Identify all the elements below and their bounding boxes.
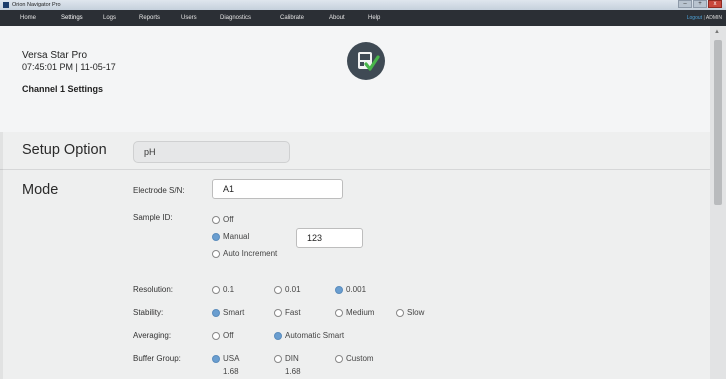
mode-label: Mode	[22, 182, 59, 198]
averaging-label: Averaging:	[133, 331, 172, 340]
buffer-usa-label: USA	[223, 354, 240, 363]
menu-about[interactable]: About	[329, 10, 345, 26]
menu-diagnostics[interactable]: Diagnostics	[220, 10, 251, 26]
scroll-up-icon[interactable]: ▲	[714, 29, 720, 35]
radio-dot-icon	[274, 354, 282, 363]
radio-dot-icon	[335, 308, 343, 317]
radio-dot-icon	[212, 308, 220, 317]
averaging-off-radio[interactable]: Off	[212, 331, 234, 340]
menu-settings[interactable]: Settings	[61, 10, 83, 26]
sample-id-manual-radio[interactable]: Manual	[212, 232, 249, 241]
app-icon	[3, 2, 9, 8]
radio-dot-icon	[212, 232, 220, 241]
stability-smart-radio[interactable]: Smart	[212, 308, 244, 317]
setup-option-row: Setup Option pH	[0, 132, 710, 170]
window-controls: – + x	[678, 0, 722, 10]
meter-check-icon	[347, 42, 385, 80]
stability-medium-label: Medium	[346, 308, 375, 317]
buffer-din-radio[interactable]: DIN	[274, 354, 299, 363]
sample-id-manual-label: Manual	[223, 232, 250, 241]
main-menu: Home Settings Logs Reports Users Diagnos…	[0, 10, 726, 26]
scroll-thumb[interactable]	[714, 40, 722, 205]
resolution-0-01-label: 0.01	[285, 285, 301, 294]
resolution-0-1-label: 0.1	[223, 285, 235, 294]
channel-title: Channel 1 Settings	[22, 84, 104, 94]
setup-option-label: Setup Option	[22, 142, 107, 158]
menu-calibrate[interactable]: Calibrate	[280, 10, 304, 26]
radio-dot-icon	[212, 285, 220, 294]
sample-id-label: Sample ID:	[133, 213, 173, 222]
radio-dot-icon	[212, 354, 220, 363]
buffer-custom-radio[interactable]: Custom	[335, 354, 374, 363]
settings-content: Setup Option pH Mode Electrode S/N: A1 S…	[0, 132, 710, 379]
stability-fast-label: Fast	[285, 308, 301, 317]
stability-fast-radio[interactable]: Fast	[274, 308, 301, 317]
radio-dot-icon	[274, 308, 282, 317]
setup-option-select[interactable]: pH	[133, 141, 290, 163]
buffer-usa-radio[interactable]: USA	[212, 354, 239, 363]
buffer-usa-value: 1.68	[223, 367, 239, 376]
radio-dot-icon	[335, 285, 343, 294]
stability-label: Stability:	[133, 308, 164, 317]
sample-id-input[interactable]: 123	[296, 228, 363, 248]
stability-smart-label: Smart	[223, 308, 245, 317]
sample-id-auto-radio[interactable]: Auto Increment	[212, 249, 277, 258]
device-name: Versa Star Pro	[22, 50, 88, 61]
sample-id-off-label: Off	[223, 215, 234, 224]
device-header: Versa Star Pro 07:45:01 PM | 11-05-17 Ch…	[0, 26, 726, 132]
buffer-custom-label: Custom	[346, 354, 374, 363]
resolution-label: Resolution:	[133, 285, 174, 294]
current-user-label: ADMIN	[705, 15, 722, 21]
close-button[interactable]: x	[708, 0, 722, 8]
sample-id-off-radio[interactable]: Off	[212, 215, 234, 224]
radio-dot-icon	[212, 215, 220, 224]
buffer-group-label: Buffer Group:	[133, 354, 181, 363]
window-titlebar: Orion Navigator Pro – + x	[0, 0, 726, 10]
buffer-din-label: DIN	[285, 354, 299, 363]
resolution-0-001-radio[interactable]: 0.001	[335, 285, 366, 294]
resolution-0-001-label: 0.001	[346, 285, 367, 294]
radio-dot-icon	[274, 331, 282, 340]
menu-home[interactable]: Home	[20, 10, 36, 26]
user-links-separator: |	[703, 15, 705, 21]
stability-slow-label: Slow	[407, 308, 425, 317]
logout-link[interactable]: Logout	[687, 15, 702, 21]
averaging-smart-label: Automatic Smart	[285, 331, 345, 340]
stability-slow-radio[interactable]: Slow	[396, 308, 424, 317]
sample-id-auto-label: Auto Increment	[223, 249, 278, 258]
resolution-0-1-radio[interactable]: 0.1	[212, 285, 234, 294]
device-datetime: 07:45:01 PM | 11-05-17	[22, 62, 116, 72]
minimize-button[interactable]: –	[678, 0, 692, 8]
maximize-button[interactable]: +	[693, 0, 707, 8]
radio-dot-icon	[212, 331, 220, 340]
averaging-off-label: Off	[223, 331, 234, 340]
resolution-0-01-radio[interactable]: 0.01	[274, 285, 301, 294]
menu-help[interactable]: Help	[368, 10, 380, 26]
menu-logs[interactable]: Logs	[103, 10, 116, 26]
radio-dot-icon	[212, 249, 220, 258]
buffer-din-value: 1.68	[285, 367, 301, 376]
radio-dot-icon	[274, 285, 282, 294]
menu-users[interactable]: Users	[181, 10, 197, 26]
radio-dot-icon	[396, 308, 404, 317]
content-edge-shade	[0, 132, 3, 379]
window-title: Orion Navigator Pro	[12, 2, 61, 8]
user-links: Logout | ADMIN	[687, 10, 722, 26]
averaging-smart-radio[interactable]: Automatic Smart	[274, 331, 344, 340]
menu-reports[interactable]: Reports	[139, 10, 160, 26]
electrode-sn-label: Electrode S/N:	[133, 186, 185, 195]
vertical-scrollbar[interactable]: ▲	[710, 26, 726, 379]
radio-dot-icon	[335, 354, 343, 363]
stability-medium-radio[interactable]: Medium	[335, 308, 374, 317]
electrode-sn-input[interactable]: A1	[212, 179, 343, 199]
